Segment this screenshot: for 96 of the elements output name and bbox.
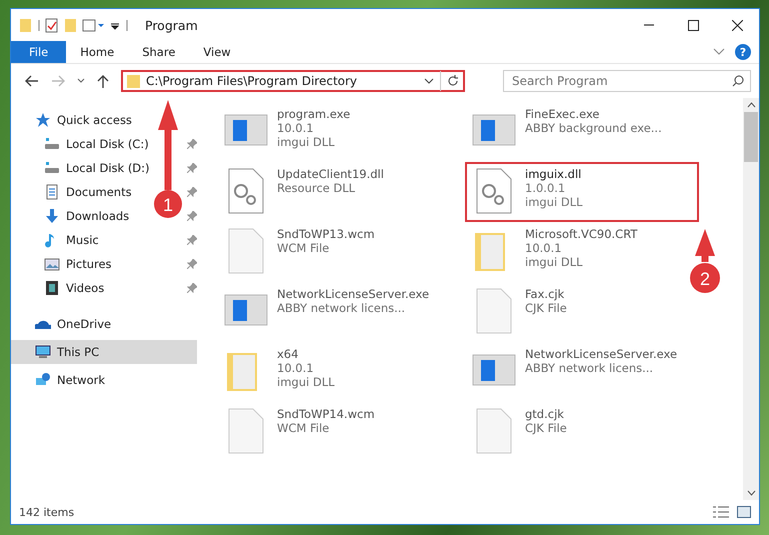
star-icon	[35, 112, 51, 128]
ribbon-tab[interactable]: View	[189, 41, 245, 63]
number-badge: 1	[154, 190, 182, 218]
sidebar-item[interactable]: Videos	[11, 276, 104, 300]
file-item[interactable]: program.exe 10.0.1 imgui DLL	[219, 104, 354, 160]
item-count: 142 items	[19, 506, 74, 518]
number-badge: 2	[690, 263, 720, 293]
file-item[interactable]: UpdateClient19.dll Resource DLL	[219, 164, 388, 220]
pin-icon[interactable]	[187, 163, 197, 173]
maximize-icon	[688, 20, 698, 30]
file-detail: imgui DLL	[277, 375, 335, 389]
up-icon[interactable]	[97, 74, 109, 88]
file-name: NetworkLicenseServer.exe	[525, 347, 678, 361]
search-field[interactable]: Search Program	[503, 70, 751, 92]
file-detail: imgui DLL	[277, 135, 336, 149]
details-view-icon[interactable]	[713, 506, 729, 518]
file-item[interactable]: NetworkLicenseServer.exe ABBY network licens...	[467, 344, 682, 400]
doc-icon	[44, 184, 60, 200]
file-detail: 10.0.1	[277, 361, 315, 375]
scroll-thumb[interactable]	[744, 112, 758, 162]
cloud-icon	[35, 319, 51, 329]
file-detail: CJK File	[525, 421, 567, 435]
file-name: gtd.cjk	[525, 407, 565, 421]
pin-icon[interactable]	[187, 259, 197, 269]
file-detail: CJK File	[525, 301, 567, 315]
scrollbar[interactable]	[743, 98, 759, 500]
file-name: Microsoft.VC90.CRT	[525, 227, 638, 241]
sidebar-item[interactable]: Network	[11, 368, 106, 392]
file-name: imguix.dll	[525, 167, 582, 181]
chevron-icon[interactable]	[713, 48, 725, 56]
arrow	[695, 229, 715, 262]
sidebar-item[interactable]: OneDrive	[11, 312, 112, 336]
file-detail: 1.0.0.1	[525, 181, 566, 195]
sidebar-item[interactable]: Music	[11, 228, 99, 252]
sidebar-item[interactable]: Pictures	[11, 252, 112, 276]
file-detail: ABBY network licens...	[525, 361, 654, 375]
file-name: UpdateClient19.dll	[277, 167, 384, 181]
file-name: NetworkLicenseServer.exe	[277, 287, 430, 301]
file-name: Fax.cjk	[525, 287, 566, 301]
file-name: program.exe	[277, 107, 350, 121]
pc-icon	[35, 344, 51, 360]
file-item[interactable]: Fax.cjk CJK File	[467, 284, 571, 340]
file-item[interactable]: gtd.cjk CJK File	[467, 404, 571, 460]
file-item[interactable]: x64 10.0.1 imgui DLL	[219, 344, 339, 400]
back-icon[interactable]	[25, 75, 39, 87]
file-detail: WCM File	[277, 421, 330, 435]
sidebar-item[interactable]: Downloads	[11, 204, 130, 228]
file-detail: WCM File	[277, 241, 330, 255]
sidebar-item[interactable]: Quick access	[11, 108, 132, 132]
pin-icon[interactable]	[187, 211, 197, 221]
scroll-up-icon[interactable]	[746, 102, 756, 108]
file-name: FineExec.exe	[525, 107, 601, 121]
video-icon	[44, 280, 60, 296]
search-icon	[732, 75, 744, 87]
sidebar-item[interactable]: Local Disk (D:)	[11, 156, 150, 180]
ribbon-tab[interactable]: File	[11, 41, 66, 63]
scroll-down-icon[interactable]	[746, 490, 756, 496]
file-detail: imgui DLL	[525, 255, 584, 269]
recent-icon[interactable]	[77, 78, 85, 84]
file-detail: Resource DLL	[277, 181, 356, 195]
file-detail: imgui DLL	[525, 195, 583, 209]
file-item[interactable]: SndToWP14.wcm WCM File	[219, 404, 379, 460]
file-name: SndToWP13.wcm	[277, 227, 375, 241]
close-icon	[732, 20, 742, 30]
pin-icon[interactable]	[187, 139, 197, 149]
sidebar-item[interactable]: Documents	[11, 180, 132, 204]
file-item[interactable]: imguix.dll 1.0.0.1 imgui DLL	[467, 164, 697, 220]
file-detail: ABBY network licens...	[277, 301, 406, 315]
picture-icon	[44, 256, 60, 272]
large-icons-view-icon[interactable]	[737, 506, 751, 518]
refresh-icon[interactable]	[447, 75, 459, 87]
network-icon	[35, 372, 51, 388]
file-name: SndToWP14.wcm	[277, 407, 375, 421]
download-icon	[44, 208, 60, 224]
file-item[interactable]: SndToWP13.wcm WCM File	[219, 224, 379, 280]
pin-icon[interactable]	[187, 283, 197, 293]
help-button[interactable]: ?	[735, 44, 751, 60]
pin-icon[interactable]	[187, 235, 197, 245]
sidebar-item[interactable]: Local Disk (C:)	[11, 132, 149, 156]
disk-icon	[44, 160, 60, 176]
file-item[interactable]: FineExec.exe ABBY background exe...	[467, 104, 666, 160]
disk-icon	[44, 136, 60, 152]
file-item[interactable]: NetworkLicenseServer.exe ABBY network licens...	[219, 284, 434, 340]
file-detail: 10.0.1	[525, 241, 563, 255]
file-item[interactable]: Microsoft.VC90.CRT 10.0.1 imgui DLL	[467, 224, 642, 280]
window-title: Program	[145, 18, 199, 32]
ribbon-tab[interactable]: Home	[66, 41, 128, 63]
file-detail: ABBY background exe...	[525, 121, 662, 135]
file-name: x64	[277, 347, 300, 361]
file-detail: 10.0.1	[277, 121, 315, 135]
ribbon-tab[interactable]: Share	[128, 41, 190, 63]
folder-icon	[127, 74, 140, 88]
sidebar-item[interactable]: This PC	[11, 340, 197, 364]
dropdown-icon[interactable]	[424, 78, 434, 84]
address-bar[interactable]: C:\Program Files\Program Directory	[121, 70, 465, 92]
pin-icon[interactable]	[187, 187, 197, 197]
